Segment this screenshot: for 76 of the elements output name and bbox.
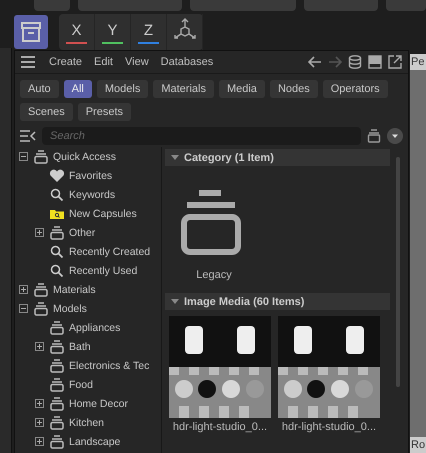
tree-item[interactable]: Electronics & Tec bbox=[69, 360, 150, 372]
tree-item[interactable]: Food bbox=[69, 378, 93, 390]
expand-icon[interactable] bbox=[19, 285, 28, 294]
category-icon bbox=[49, 226, 65, 240]
expand-icon[interactable] bbox=[35, 399, 44, 408]
section-header[interactable]: Category (1 Item) bbox=[165, 149, 390, 166]
back-arrow-icon[interactable] bbox=[308, 56, 322, 68]
category-icon bbox=[49, 358, 65, 372]
section-title: Image Media (60 Items) bbox=[184, 296, 304, 308]
section-header[interactable]: Image Media (60 Items) bbox=[165, 293, 390, 310]
collapse-sidebar-icon[interactable] bbox=[20, 130, 36, 142]
tree-item[interactable]: Materials bbox=[53, 284, 96, 296]
collapse-icon[interactable] bbox=[19, 304, 28, 313]
tree-item[interactable]: Favorites bbox=[69, 170, 112, 182]
category-icon bbox=[49, 340, 65, 354]
tree-item[interactable]: Keywords bbox=[69, 188, 116, 200]
panel-icon[interactable] bbox=[368, 55, 382, 69]
menu-item[interactable]: View bbox=[125, 56, 149, 68]
database-icon[interactable] bbox=[348, 55, 362, 69]
caret-icon bbox=[171, 298, 179, 304]
menu-item[interactable]: Create bbox=[49, 56, 82, 68]
tree-item[interactable]: Other bbox=[69, 226, 96, 238]
asset-browser-button[interactable] bbox=[14, 15, 48, 49]
filter-chip[interactable]: Presets bbox=[78, 103, 131, 121]
search-field[interactable]: Search bbox=[42, 127, 361, 145]
asset-label: hdr-light-studio_0... bbox=[282, 421, 376, 433]
asset-label: hdr-light-studio_0... bbox=[172, 421, 268, 433]
filter-chip[interactable]: Media bbox=[218, 80, 265, 98]
menu-item[interactable]: Databases bbox=[160, 56, 214, 68]
tree-item[interactable]: Home Decor bbox=[69, 398, 128, 410]
tree-item[interactable]: Landscape bbox=[69, 436, 120, 448]
category-icon bbox=[33, 150, 49, 164]
search-icon bbox=[49, 244, 65, 258]
external-window-icon[interactable] bbox=[388, 55, 402, 69]
filter-chip[interactable]: All bbox=[64, 80, 92, 98]
tree-item[interactable]: Models bbox=[53, 302, 87, 314]
category-icon bbox=[33, 282, 49, 296]
heart-icon bbox=[49, 168, 65, 182]
filter-chip[interactable]: Nodes bbox=[270, 80, 318, 98]
dropdown-icon[interactable] bbox=[387, 128, 403, 144]
tree-item[interactable]: Recently Created bbox=[69, 246, 150, 258]
expand-icon[interactable] bbox=[35, 228, 44, 237]
menu-icon[interactable] bbox=[21, 56, 35, 68]
menu-item[interactable]: Edit bbox=[94, 56, 113, 68]
photo-placeholder[interactable] bbox=[169, 316, 271, 418]
asset-label: Legacy bbox=[196, 269, 232, 281]
filter-chip[interactable]: Models bbox=[96, 80, 148, 98]
panel-tab[interactable]: Ro bbox=[410, 437, 426, 453]
archive-icon bbox=[20, 21, 42, 43]
category-icon bbox=[49, 396, 65, 410]
filter-chip[interactable]: Operators bbox=[322, 80, 388, 98]
tree-item[interactable]: New Capsules bbox=[69, 208, 137, 220]
tree-item[interactable]: Recently Used bbox=[69, 264, 138, 276]
search-icon bbox=[49, 264, 65, 278]
expand-icon[interactable] bbox=[35, 342, 44, 351]
section-title: Category (1 Item) bbox=[184, 152, 274, 164]
category-icon bbox=[49, 416, 65, 430]
category-icon bbox=[49, 434, 65, 448]
filter-chip[interactable]: Materials bbox=[153, 80, 214, 98]
filter-chip[interactable]: Auto bbox=[20, 80, 59, 98]
filter-chip[interactable]: Scenes bbox=[20, 103, 73, 121]
category-icon bbox=[49, 378, 65, 392]
category-icon[interactable] bbox=[367, 129, 381, 143]
tree-item[interactable]: Kitchen bbox=[69, 416, 104, 428]
tree-item[interactable]: Bath bbox=[69, 340, 91, 352]
photo-placeholder[interactable] bbox=[278, 316, 380, 418]
category-icon bbox=[33, 302, 49, 316]
expand-icon[interactable] bbox=[35, 437, 44, 446]
category-icon bbox=[49, 320, 65, 334]
expand-icon[interactable] bbox=[35, 418, 44, 427]
collapse-icon[interactable] bbox=[19, 152, 28, 161]
tree-item[interactable]: Appliances bbox=[69, 322, 120, 334]
caret-icon bbox=[171, 154, 179, 160]
tree-item[interactable]: Quick Access bbox=[53, 150, 116, 162]
panel-tab[interactable]: Pe bbox=[410, 54, 426, 70]
search-icon bbox=[49, 188, 65, 202]
